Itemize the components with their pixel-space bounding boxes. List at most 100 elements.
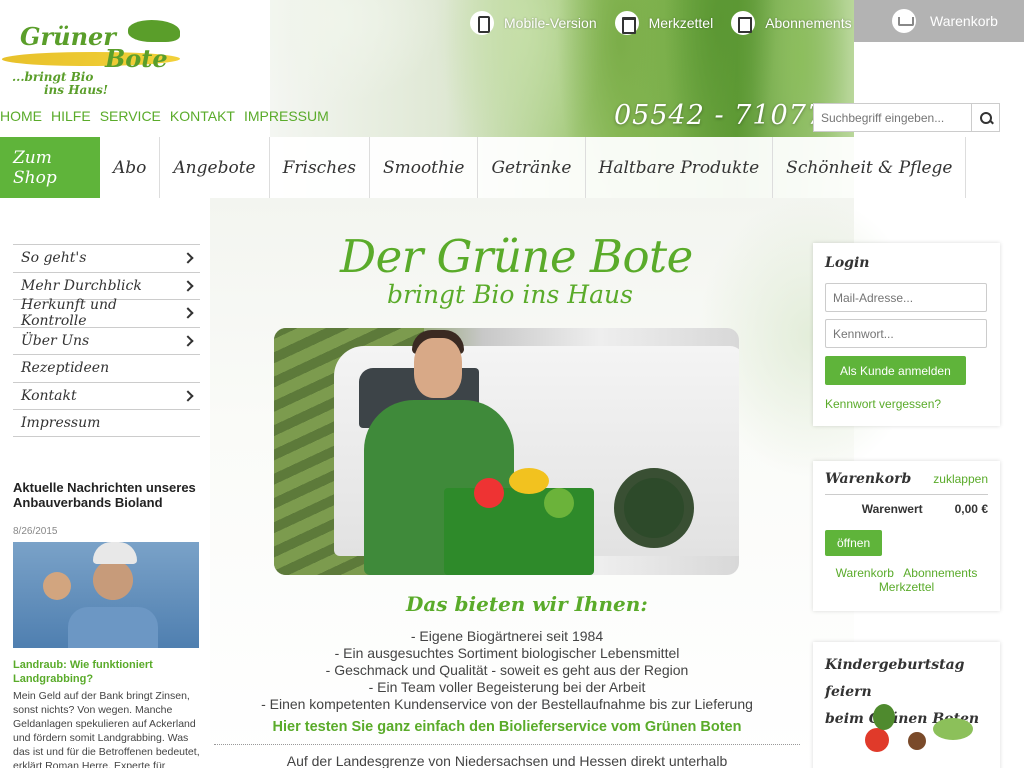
news-image-person xyxy=(43,572,71,600)
phone-icon xyxy=(470,11,494,35)
cart-header: Warenkorb zuklappen xyxy=(825,471,988,495)
nav-zum-shop[interactable]: Zum Shop xyxy=(0,137,100,198)
nav-kontakt[interactable]: KONTAKT xyxy=(170,108,235,124)
search-input[interactable] xyxy=(813,103,972,132)
intro-text: Auf der Landesgrenze von Niedersachsen u… xyxy=(286,753,728,768)
offers-item: - Eigene Biogärtnerei seit 1984 xyxy=(410,628,604,644)
side-menu-item[interactable]: Impressum xyxy=(13,409,200,437)
logo-tagline-1: ...bringt Bio xyxy=(12,70,94,84)
cart-icon xyxy=(892,9,916,33)
news-image-cap xyxy=(93,542,137,564)
top-links: Mobile-Version Merkzettel Abonnements xyxy=(470,8,870,38)
nav-abo[interactable]: Abo xyxy=(100,137,161,198)
chevron-right-icon xyxy=(182,307,194,319)
side-menu-item[interactable]: Herkunft und Kontrolle xyxy=(13,297,200,330)
cart-link-warenkorb[interactable]: Warenkorb xyxy=(836,566,894,580)
content-divider xyxy=(214,744,800,745)
chevron-right-icon xyxy=(182,335,194,347)
offers-item: - Ein Team voller Begeisterung bei der A… xyxy=(368,679,646,695)
nav-impressum[interactable]: IMPRESSUM xyxy=(244,108,329,124)
side-menu-item[interactable]: So geht's xyxy=(13,244,200,272)
side-menu: So geht's Mehr Durchblick Herkunft und K… xyxy=(13,244,200,437)
forgot-password-link[interactable]: Kennwort vergessen? xyxy=(825,397,988,411)
cart-link[interactable]: Warenkorb xyxy=(854,0,1024,42)
login-box: Login Als Kunde anmelden Kennwort verges… xyxy=(813,243,1000,426)
hero-vegetable xyxy=(544,488,574,518)
side-menu-label: So geht's xyxy=(21,250,87,267)
nav-hilfe[interactable]: HILFE xyxy=(51,108,91,124)
chevron-right-icon xyxy=(182,252,194,264)
hero-vegetable xyxy=(509,468,549,494)
cart-link-merkzettel[interactable]: Merkzettel xyxy=(879,580,934,594)
side-menu-label: Mehr Durchblick xyxy=(21,277,142,294)
kids-birthday-box[interactable]: Kindergeburtstag feiern beim Grünen Bote… xyxy=(813,642,1000,768)
merkzettel-link[interactable]: Merkzettel xyxy=(614,11,713,35)
chevron-right-icon xyxy=(182,280,194,292)
side-menu-label: Rezeptideen xyxy=(21,360,110,377)
logo-text-line1: Grüner xyxy=(20,22,116,51)
side-menu-item[interactable]: Rezeptideen xyxy=(13,354,200,382)
mobile-version-link[interactable]: Mobile-Version xyxy=(470,11,597,35)
hero-van-wheel xyxy=(614,468,694,548)
nav-schoenheit-pflege[interactable]: Schönheit & Pflege xyxy=(773,137,967,198)
abonnements-label: Abonnements xyxy=(765,15,852,31)
hero-vegetable xyxy=(474,478,504,508)
abonnements-link[interactable]: Abonnements xyxy=(731,11,852,35)
side-menu-label: Impressum xyxy=(21,414,101,431)
nav-service[interactable]: SERVICE xyxy=(100,108,161,124)
page-subtitle: bringt Bio ins Haus xyxy=(387,280,633,309)
text-nav: HOME HILFE SERVICE KONTAKT IMPRESSUM xyxy=(0,108,338,124)
cart-value-row: Warenwert 0,00 € xyxy=(825,502,988,516)
login-title: Login xyxy=(825,255,870,271)
cart-link-abonnements[interactable]: Abonnements xyxy=(903,566,977,580)
chevron-right-icon xyxy=(182,390,194,402)
nav-frisches[interactable]: Frisches xyxy=(270,137,370,198)
offers-item: - Einen kompetenten Kundenservice von de… xyxy=(261,696,753,712)
kids-vegetable-illustration xyxy=(853,704,983,768)
logo[interactable]: Grüner Bote ...bringt Bio ins Haus! xyxy=(0,18,185,97)
hero-person-head xyxy=(414,338,462,398)
nav-smoothie[interactable]: Smoothie xyxy=(370,137,479,198)
kangaroo-icon xyxy=(128,20,180,42)
news-image-person-body xyxy=(68,607,158,648)
news-headline[interactable]: Landraub: Wie funktioniert Landgrabbing? xyxy=(13,658,199,686)
search-box xyxy=(813,103,1000,132)
nav-home[interactable]: HOME xyxy=(0,108,42,124)
cart-link-label: Warenkorb xyxy=(930,13,998,29)
notepad-icon xyxy=(614,11,639,35)
mobile-version-label: Mobile-Version xyxy=(504,15,597,31)
cart-open-button[interactable]: öffnen xyxy=(825,530,883,556)
search-button[interactable] xyxy=(972,103,1000,132)
nav-haltbare-produkte[interactable]: Haltbare Produkte xyxy=(586,137,774,198)
logo-tagline-2: ins Haus! xyxy=(44,83,109,97)
kids-birthday-title-1: Kindergeburtstag feiern xyxy=(825,657,965,700)
cart-value: 0,00 € xyxy=(954,502,988,516)
news-image[interactable] xyxy=(13,542,199,648)
main-nav: Zum Shop Abo Angebote Frisches Smoothie … xyxy=(0,137,1000,198)
cart-value-label: Warenwert xyxy=(861,502,923,516)
subscription-icon xyxy=(731,11,756,35)
page-title: Der Grüne Bote xyxy=(340,230,693,283)
side-menu-label: Herkunft und Kontrolle xyxy=(21,297,117,330)
side-menu-item[interactable]: Über Uns xyxy=(13,326,200,355)
email-field[interactable] xyxy=(825,283,987,312)
cart-title: Warenkorb xyxy=(825,471,912,487)
trial-cta-link[interactable]: Hier testen Sie ganz einfach den Biolief… xyxy=(215,719,799,735)
logo-text-line2: Bote xyxy=(105,44,168,73)
offers-item: - Ein ausgesuchtes Sortiment biologische… xyxy=(334,645,680,661)
offers-item: - Geschmack und Qualität - soweit es geh… xyxy=(325,662,689,678)
offers-title: Das bieten wir Ihnen: xyxy=(406,592,648,616)
nav-getraenke[interactable]: Getränke xyxy=(478,137,586,198)
password-field[interactable] xyxy=(825,319,987,348)
side-menu-item[interactable]: Kontakt xyxy=(13,381,200,410)
login-button[interactable]: Als Kunde anmelden xyxy=(825,356,966,385)
news-date: 8/26/2015 xyxy=(13,526,58,537)
nav-angebote[interactable]: Angebote xyxy=(160,137,270,198)
side-menu-label: Kontakt xyxy=(21,387,77,404)
side-menu-label: Über Uns xyxy=(21,332,90,349)
cart-collapse-link[interactable]: zuklappen xyxy=(933,472,988,486)
phone-number: 05542 - 71077 xyxy=(614,100,826,131)
offers-list: - Eigene Biogärtnerei seit 1984 - Ein au… xyxy=(215,628,799,713)
news-section-title: Aktuelle Nachrichten unseres Anbauverban… xyxy=(13,480,196,510)
side-menu-item[interactable]: Mehr Durchblick xyxy=(13,271,200,300)
